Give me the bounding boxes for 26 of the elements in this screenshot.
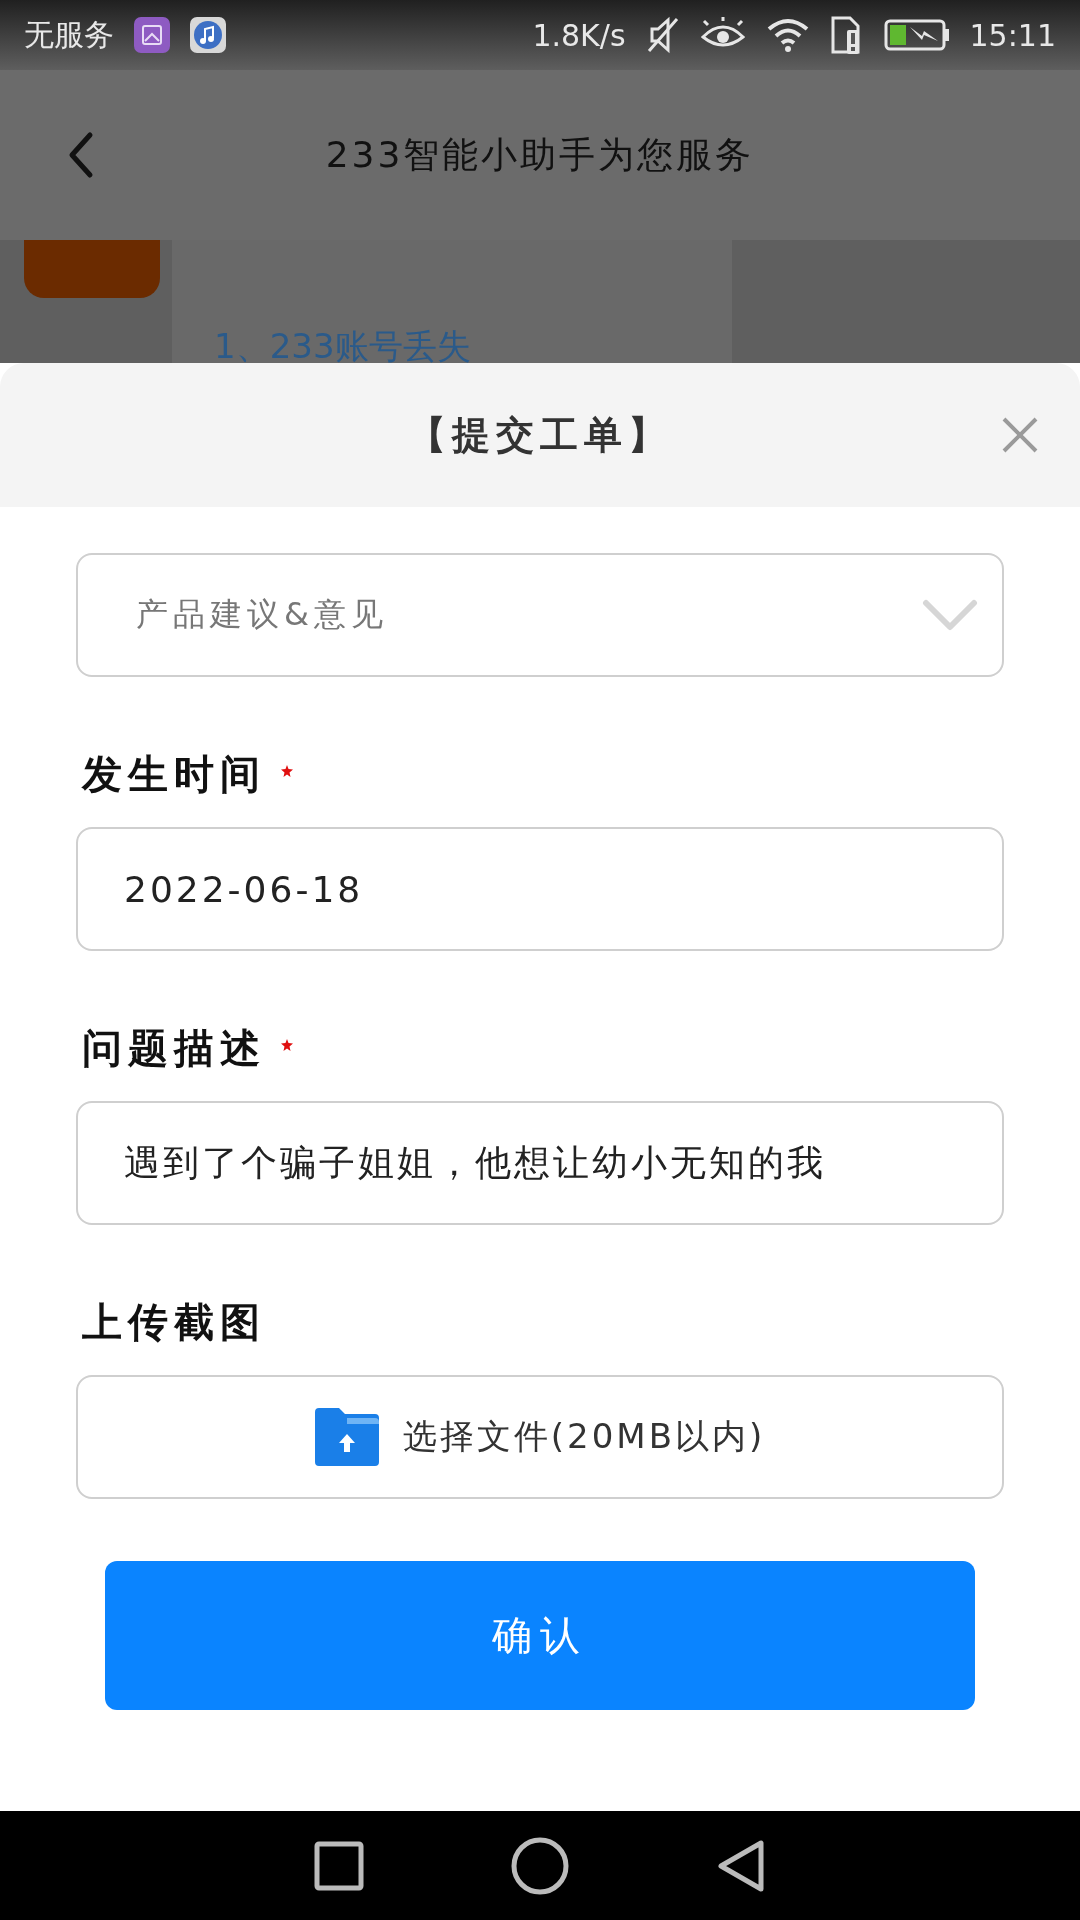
input-field[interactable]: 2022-06-18 bbox=[76, 827, 1004, 951]
network-speed-text: 1.8K/s bbox=[532, 17, 626, 53]
input-field[interactable]: 遇到了个骗子姐姐，他想让幼小无知的我 bbox=[76, 1101, 1004, 1225]
clock-text: 15:11 bbox=[969, 17, 1056, 53]
confirm-button[interactable]: 确认 bbox=[105, 1561, 975, 1710]
sheet-title: 【提交工单】 bbox=[408, 411, 672, 459]
carrier-text: 无服务 bbox=[24, 15, 114, 54]
recents-icon bbox=[313, 1840, 364, 1891]
battery-charging-icon bbox=[883, 19, 950, 51]
close-icon bbox=[1000, 415, 1040, 455]
field-label: 问题描述 bbox=[82, 1023, 266, 1073]
dropdown-field[interactable]: 产品建议&意见 bbox=[76, 553, 1004, 677]
gallery-app-icon bbox=[134, 17, 170, 53]
music-app-icon bbox=[190, 17, 226, 53]
mute-icon bbox=[645, 16, 680, 54]
folder-upload-icon bbox=[314, 1408, 379, 1466]
back-icon bbox=[716, 1838, 767, 1893]
page-title: 233智能小助手为您服务 bbox=[325, 132, 755, 177]
home-icon bbox=[511, 1836, 569, 1895]
upload-button[interactable]: 选择文件(20MB以内) bbox=[76, 1375, 1004, 1499]
wifi-icon bbox=[765, 17, 810, 53]
chevron-down-icon bbox=[922, 599, 978, 631]
field-label: 上传截图 bbox=[82, 1297, 266, 1347]
field-label: 发生时间 bbox=[82, 749, 266, 799]
close-button[interactable] bbox=[1000, 415, 1040, 455]
app-logo-icon bbox=[24, 240, 160, 298]
